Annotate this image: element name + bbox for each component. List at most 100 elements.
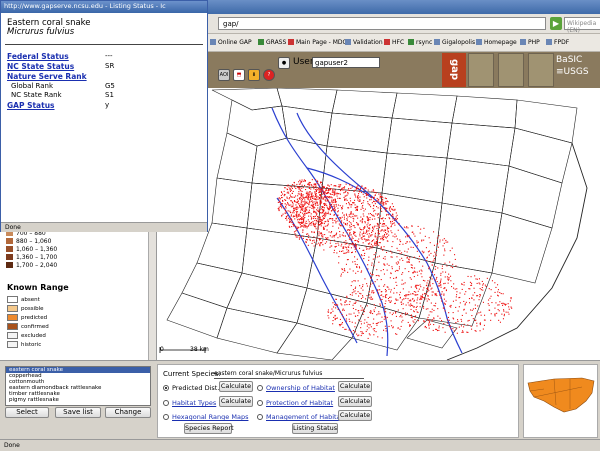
distribution-point <box>292 216 294 218</box>
distribution-point <box>340 324 342 326</box>
distribution-point <box>278 206 280 208</box>
search-field[interactable]: Wikipedia (EN) <box>564 17 600 34</box>
distribution-point <box>458 326 460 328</box>
link-habitat-types[interactable]: Habitat Types <box>172 399 216 407</box>
radio-hexagonal-range[interactable] <box>163 414 169 420</box>
distribution-point <box>295 210 297 212</box>
radio-ownership[interactable] <box>257 385 263 391</box>
distribution-point <box>423 297 425 299</box>
bookmark-online-gap[interactable]: Online GAP <box>210 39 252 46</box>
save-list-button[interactable]: Save list <box>55 407 101 418</box>
bookmark-rsync[interactable]: rsync <box>408 39 432 46</box>
listing-status-button[interactable]: Listing Status <box>292 423 338 434</box>
legend-scrollbar[interactable] <box>148 230 156 360</box>
distribution-point <box>414 319 416 321</box>
nature-serve-rank-link[interactable]: Nature Serve Rank <box>7 72 87 81</box>
distribution-point <box>306 201 308 203</box>
distribution-point <box>300 212 302 214</box>
distribution-point <box>393 277 395 279</box>
distribution-point <box>429 323 431 325</box>
distribution-point <box>427 319 429 321</box>
species-list[interactable]: eastern coral snake copperhead cottonmou… <box>5 366 151 406</box>
distribution-point <box>401 303 403 305</box>
species-report-button[interactable]: Species Report <box>184 423 234 434</box>
radio-habitat-types[interactable] <box>163 400 169 406</box>
distribution-point <box>300 194 302 196</box>
calculate-protection-button[interactable]: Calculate <box>338 396 372 407</box>
bookmark-homepage[interactable]: Homepage <box>476 39 517 46</box>
distribution-point <box>322 236 324 238</box>
distribution-point <box>322 188 324 190</box>
federal-status-link[interactable]: Federal Status <box>7 52 69 61</box>
bookmark-hfc[interactable]: HFC <box>384 39 404 46</box>
distribution-point <box>450 328 452 330</box>
calculate-ownership-button[interactable]: Calculate <box>338 381 372 392</box>
go-button[interactable]: ▶ <box>550 17 562 30</box>
distribution-point <box>314 189 316 191</box>
distribution-point <box>332 219 334 221</box>
distribution-point <box>395 216 397 218</box>
bookmark-validation[interactable]: Validation <box>345 39 383 46</box>
distribution-point <box>391 266 393 268</box>
radio-predicted-dist[interactable] <box>163 385 169 391</box>
help-icon[interactable]: ? <box>263 69 275 81</box>
distribution-point <box>321 215 323 217</box>
radio-protection[interactable] <box>257 400 263 406</box>
calculate-habitat-types-button[interactable]: Calculate <box>219 396 253 407</box>
distribution-point <box>325 197 327 199</box>
distribution-point <box>329 202 331 204</box>
list-item[interactable]: pigmy rattlesnake <box>6 397 150 403</box>
distribution-point <box>410 314 412 316</box>
distribution-point <box>367 337 369 339</box>
link-hexagonal-range-maps[interactable]: Hexagonal Range Maps <box>172 413 248 421</box>
distribution-point <box>436 237 438 239</box>
user-field[interactable]: gapuser2 <box>312 57 380 68</box>
pdf-icon[interactable]: ⬒ <box>233 69 245 81</box>
distribution-point <box>298 219 300 221</box>
distribution-point <box>333 199 335 201</box>
bookmark-fpdf[interactable]: FPDF <box>546 39 569 46</box>
distribution-point <box>335 243 337 245</box>
distribution-point <box>339 234 341 236</box>
distribution-point <box>498 319 500 321</box>
distribution-point <box>418 270 420 272</box>
distribution-point <box>431 264 433 266</box>
nc-state-status-link[interactable]: NC State Status <box>7 62 74 71</box>
link-protection-of-habitat[interactable]: Protection of Habitat <box>266 399 333 407</box>
distribution-point <box>319 221 321 223</box>
distribution-point <box>361 238 363 240</box>
distribution-point <box>378 244 380 246</box>
distribution-point <box>283 190 285 192</box>
link-management-of-habitat[interactable]: Management of Habitat <box>266 413 343 421</box>
bookmark-php[interactable]: PHP <box>520 39 540 46</box>
distribution-point <box>432 329 434 331</box>
map-view[interactable]: 0 38 km <box>157 88 600 360</box>
select-button[interactable]: Select <box>5 407 49 418</box>
distribution-point <box>454 288 456 290</box>
distribution-point <box>389 312 391 314</box>
distribution-point <box>418 261 420 263</box>
aoi-tool-icon[interactable]: AOI <box>218 69 230 81</box>
gap-status-link[interactable]: GAP Status <box>7 101 55 110</box>
distribution-point <box>351 236 353 238</box>
current-species-field[interactable]: eastern coral snake/Micrurus fulvius <box>214 370 364 379</box>
bookmark-main-page[interactable]: Main Page - MDC <box>288 39 347 46</box>
distribution-point <box>312 204 314 206</box>
distribution-point <box>309 239 311 241</box>
change-button[interactable]: Change <box>105 407 151 418</box>
link-ownership-of-habitat[interactable]: Ownership of Habitat <box>266 384 335 392</box>
distribution-point <box>352 289 354 291</box>
distribution-point <box>344 235 346 237</box>
distribution-point <box>291 186 293 188</box>
url-field[interactable]: gap/ <box>218 17 546 30</box>
distribution-point <box>399 294 401 296</box>
bookmark-grass[interactable]: GRASS <box>258 39 286 46</box>
radio-management[interactable] <box>257 414 263 420</box>
calculate-management-button[interactable]: Calculate <box>338 410 372 421</box>
calculate-predicted-button[interactable]: Calculate <box>219 381 253 392</box>
distribution-point <box>300 207 302 209</box>
bookmark-gigalopolis[interactable]: Gigalopolis <box>434 39 475 46</box>
distribution-point <box>470 284 472 286</box>
popup-titlebar[interactable]: http://www.gapserve.ncsu.edu - Listing S… <box>1 1 207 13</box>
download-icon[interactable]: ⬇ <box>248 69 260 81</box>
